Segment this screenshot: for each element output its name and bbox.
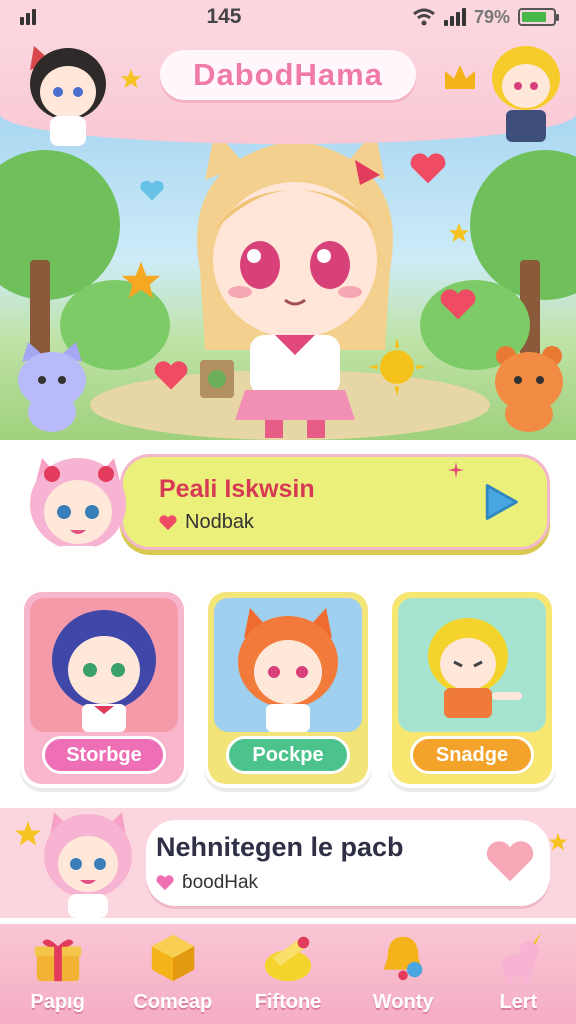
crown-icon [445, 65, 475, 89]
signal-icon [20, 9, 36, 25]
pink-girl-avatar [44, 812, 132, 918]
tile-artwork [214, 598, 362, 732]
pink-girl-avatar [30, 458, 126, 570]
orange-hair-character-illustration [238, 608, 338, 732]
nav-label: Papıg [30, 991, 85, 1013]
star-icon [548, 832, 568, 851]
star-icon [120, 68, 142, 89]
tile-button[interactable]: Storbge [42, 736, 166, 774]
battery-icon [517, 8, 559, 26]
status-bar: 145 79% [0, 0, 576, 34]
promo-subtitle-row: ɓoodHak [156, 872, 258, 894]
ticket-icon [264, 936, 312, 982]
nav-item-wonty[interactable]: Wonty [348, 931, 458, 1014]
category-tile-snadge[interactable]: Snadge [388, 588, 556, 788]
heart-icon[interactable] [486, 840, 534, 884]
blue-hair-character-illustration [52, 610, 156, 732]
star-icon [448, 222, 470, 243]
nav-item-lert[interactable]: Lert [463, 931, 573, 1014]
featured-card[interactable]: Peali Iskwsin Nodbak [120, 454, 550, 550]
girl-mascot-illustration [30, 46, 106, 146]
promo-subtitle: ɓoodHak [182, 872, 259, 893]
tile-button[interactable]: Pockpe [226, 736, 350, 774]
battery-percent: 79% [473, 6, 510, 27]
bottom-nav: Papıg Comeap Fiftone Wonty Lert [0, 924, 576, 1024]
sparkle-icon [448, 462, 464, 478]
promo-title: Nehnitegen le pacb [156, 832, 404, 862]
star-icon [15, 821, 41, 846]
star-icon [121, 261, 161, 299]
gift-icon [34, 939, 81, 982]
category-tile-storbge[interactable]: Storbge [20, 588, 188, 788]
nav-item-fiftone[interactable]: Fiftone [233, 931, 343, 1014]
heart-icon [156, 875, 174, 891]
status-time: 145 [206, 5, 242, 28]
cell-signal-icon [443, 8, 466, 26]
tile-artwork [30, 598, 178, 732]
tile-artwork [398, 598, 546, 732]
heart-icon [440, 289, 476, 320]
promo-card[interactable]: Nehnitegen le pacb ɓoodHak [146, 820, 550, 906]
featured-subtitle-row: Nodbak [159, 511, 254, 534]
heart-icon [154, 361, 188, 390]
heart-icon [140, 180, 164, 201]
nav-label: Comeap [133, 991, 213, 1013]
blonde-character-illustration [428, 618, 522, 718]
cube-icon [151, 934, 194, 982]
unicorn-icon [500, 932, 542, 984]
featured-title: Peali Iskwsin [159, 475, 315, 503]
featured-subtitle: Nodbak [185, 511, 254, 533]
nav-item-comeap[interactable]: Comeap [118, 931, 228, 1014]
nav-item-papig[interactable]: Papıg [3, 931, 113, 1014]
tile-button[interactable]: Snadge [410, 736, 534, 774]
nav-label: Lert [499, 991, 538, 1013]
nav-label: Wonty [372, 991, 434, 1013]
app-logo: DabodHama [160, 50, 416, 100]
heart-icon [159, 514, 177, 530]
category-tile-pockpe[interactable]: Pockpe [204, 588, 372, 788]
wifi-icon [413, 8, 435, 26]
sun-icon [368, 338, 426, 396]
heart-icon [410, 153, 446, 184]
bear-character-illustration [495, 346, 563, 432]
bell-icon [383, 936, 423, 981]
boy-mascot-illustration [492, 46, 560, 142]
hero-banner[interactable] [0, 110, 576, 440]
play-button[interactable] [475, 477, 525, 527]
cat-character-illustration [18, 342, 86, 432]
nav-label: Fiftone [254, 991, 322, 1013]
play-icon [485, 484, 518, 520]
